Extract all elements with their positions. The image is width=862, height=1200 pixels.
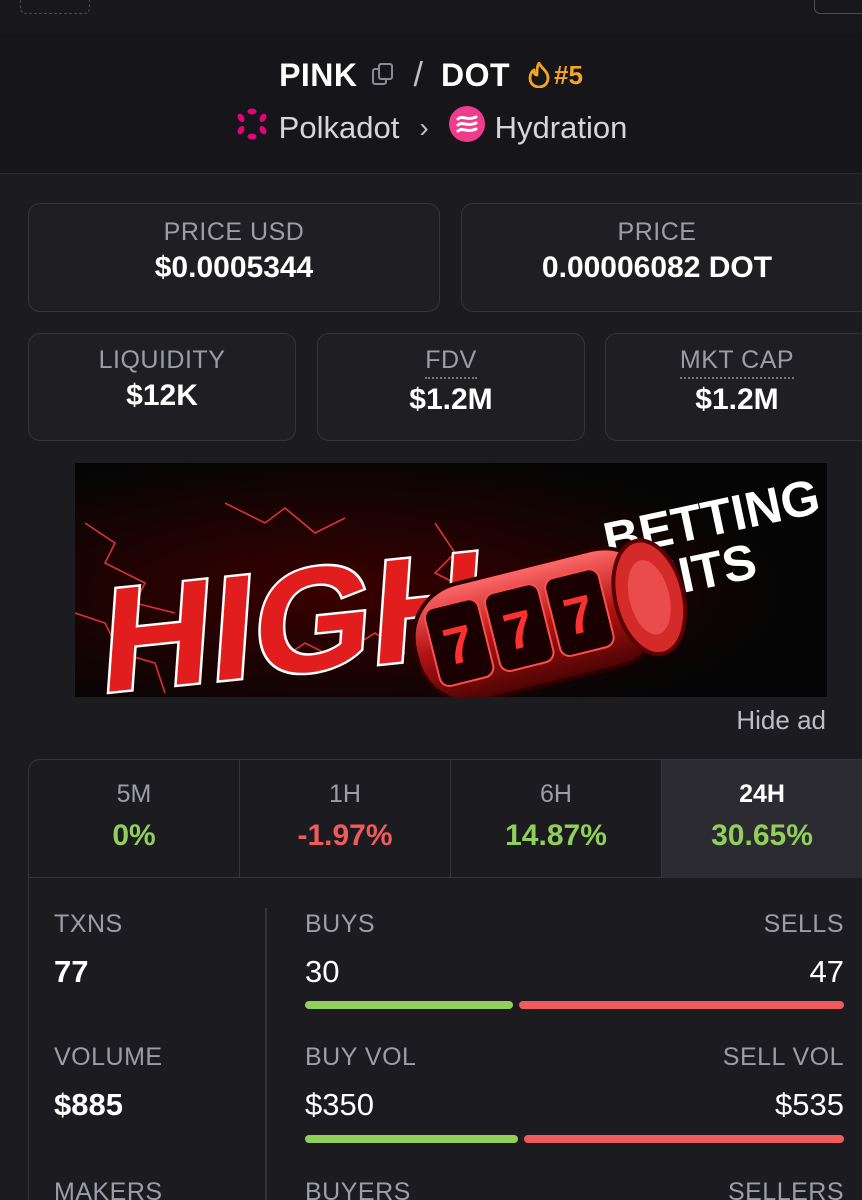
trending-rank[interactable]: #5 <box>528 60 583 91</box>
price-value: 0.00006082 DOT <box>541 251 773 284</box>
tab-label: 6H <box>540 780 572 808</box>
mkt-cap-card: MKT CAP $1.2M <box>605 333 862 441</box>
chain-breadcrumb: Polkadot › Hydration <box>0 106 862 150</box>
tab-change: 14.87% <box>505 819 607 852</box>
flame-icon <box>528 62 550 88</box>
price-usd-label: PRICE USD <box>163 218 305 246</box>
sell-vol-value: $535 <box>775 1087 844 1122</box>
top-left-button[interactable] <box>20 0 90 14</box>
timeframe-tabs: 5M 0% 1H -1.97% 6H 14.87% 24H 30.65% <box>29 760 862 878</box>
buys-label: BUYS <box>305 910 376 938</box>
price-card: PRICE 0.00006082 DOT <box>461 203 862 312</box>
tab-1h[interactable]: 1H -1.97% <box>240 760 451 878</box>
tab-24h[interactable]: 24H 30.65% <box>662 760 862 878</box>
price-usd-card: PRICE USD $0.0005344 <box>28 203 440 312</box>
volume-label: VOLUME <box>54 1043 163 1071</box>
mkt-cap-label[interactable]: MKT CAP <box>679 346 795 379</box>
tab-6h[interactable]: 6H 14.87% <box>451 760 662 878</box>
fdv-label[interactable]: FDV <box>425 346 477 379</box>
fdv-card: FDV $1.2M <box>317 333 585 441</box>
tab-change: 30.65% <box>711 819 813 852</box>
liquidity-card: LIQUIDITY $12K <box>28 333 296 441</box>
tab-change: -1.97% <box>297 819 393 852</box>
top-bar <box>0 0 862 34</box>
buy-vol-label: BUY VOL <box>305 1043 417 1071</box>
tab-label: 5M <box>116 780 152 808</box>
pair-title-row: PINK / DOT #5 <box>0 54 862 96</box>
sells-label: SELLS <box>763 910 844 938</box>
buys-ratio-bar <box>305 1001 513 1009</box>
hydration-icon <box>448 106 485 150</box>
volume-value: $885 <box>54 1087 123 1122</box>
dex-name[interactable]: Hydration <box>495 110 628 146</box>
sells-ratio-bar <box>519 1001 844 1009</box>
tab-label: 1H <box>329 780 361 808</box>
txn-stats-panel: 5M 0% 1H -1.97% 6H 14.87% 24H 30.65% TXN… <box>28 759 862 1200</box>
ad-banner[interactable]: HIGH BETTING LIMITS 7 7 7 <box>75 463 827 697</box>
liquidity-value: $12K <box>126 379 198 412</box>
quote-token: DOT <box>440 56 511 93</box>
txns-label: TXNS <box>54 910 123 938</box>
copy-icon[interactable] <box>370 62 396 88</box>
sell-vol-label: SELL VOL <box>722 1043 844 1071</box>
rank-value: #5 <box>554 59 583 90</box>
sell-vol-ratio-bar <box>524 1135 844 1143</box>
base-token: PINK <box>279 56 358 93</box>
mkt-cap-value: $1.2M <box>695 383 779 416</box>
hide-ad-link[interactable]: Hide ad <box>736 705 826 736</box>
pair-separator: / <box>413 55 423 94</box>
sells-value: 47 <box>809 954 844 989</box>
pair-header: PINK / DOT #5 Polkadot › Hydration <box>0 34 862 174</box>
buy-vol-value: $350 <box>305 1087 374 1122</box>
makers-label: MAKERS <box>54 1178 163 1200</box>
buy-vol-ratio-bar <box>305 1135 518 1143</box>
buyers-label: BUYERS <box>305 1178 411 1200</box>
chevron-right-icon: › <box>419 112 429 143</box>
polkadot-icon <box>235 107 269 149</box>
price-usd-value: $0.0005344 <box>154 251 314 284</box>
tab-5m[interactable]: 5M 0% <box>29 760 240 878</box>
chain-name[interactable]: Polkadot <box>279 110 400 146</box>
column-divider <box>265 908 267 1200</box>
top-right-button[interactable] <box>814 0 862 14</box>
sellers-label: SELLERS <box>727 1178 844 1200</box>
tab-change: 0% <box>112 819 156 852</box>
buys-value: 30 <box>305 954 340 989</box>
liquidity-label: LIQUIDITY <box>98 346 226 374</box>
fdv-value: $1.2M <box>409 383 493 416</box>
txns-value: 77 <box>54 954 89 989</box>
tab-label: 24H <box>739 780 785 808</box>
price-label: PRICE <box>617 218 697 246</box>
